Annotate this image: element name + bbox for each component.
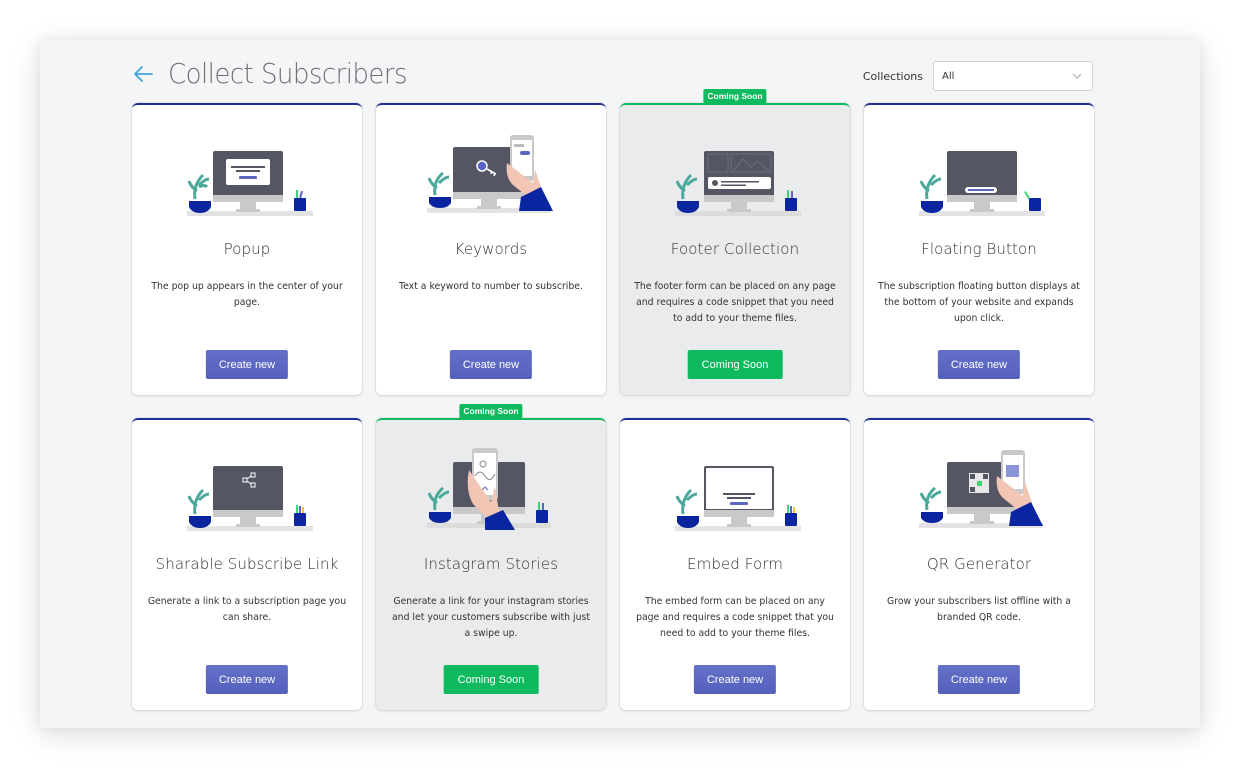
- card-sharable-subscribe-link: Sharable Subscribe Link Generate a link …: [132, 418, 362, 710]
- monitor-floating-button-illustration: [864, 125, 1094, 225]
- card-keywords: Keywords Text a keyword to number to sub…: [376, 103, 606, 395]
- arrow-left-icon: [134, 66, 153, 82]
- collections-filter: Collections All: [863, 61, 1093, 91]
- card-title: Floating Button: [921, 240, 1037, 258]
- card-instagram-stories: Coming Soon Instagram Stories Generate a…: [376, 404, 606, 710]
- create-new-button[interactable]: Create new: [449, 350, 533, 379]
- create-new-button[interactable]: Create new: [205, 350, 289, 379]
- collections-select[interactable]: All: [933, 61, 1093, 91]
- monitor-qr-phone-illustration: [864, 440, 1094, 540]
- card-title: Embed Form: [687, 555, 783, 573]
- card-description: The subscription floating button display…: [878, 281, 1080, 324]
- back-button[interactable]: [132, 64, 154, 84]
- coming-soon-ribbon: Coming Soon: [703, 89, 767, 103]
- card-description: Generate a link to a subscription page y…: [147, 596, 347, 623]
- card-title: Popup: [223, 240, 271, 258]
- create-new-button[interactable]: Create new: [205, 665, 289, 694]
- coming-soon-ribbon: Coming Soon: [459, 404, 523, 418]
- card-title: Keywords: [454, 240, 528, 258]
- card-qr-generator: QR Generator Grow your subscribers list …: [864, 418, 1094, 710]
- page-header: Collect Subscribers Collections All: [132, 56, 1093, 96]
- card-description: The pop up appears in the center of your…: [151, 281, 343, 308]
- collections-select-value: All: [942, 71, 955, 82]
- card-description: Generate a link for your instagram stori…: [391, 596, 590, 639]
- card-title: Footer Collection: [670, 240, 800, 258]
- coming-soon-button[interactable]: Coming Soon: [687, 350, 783, 379]
- card-title: Sharable Subscribe Link: [155, 555, 339, 573]
- card-popup: Popup The pop up appears in the center o…: [132, 103, 362, 395]
- create-new-button[interactable]: Create new: [937, 350, 1021, 379]
- create-new-button[interactable]: Create new: [693, 665, 777, 694]
- app-frame: Collect Subscribers Collections All Popu…: [40, 40, 1200, 728]
- monitor-share-illustration: [132, 440, 362, 540]
- monitor-popup-illustration: [132, 125, 362, 225]
- chevron-down-icon: [1072, 73, 1082, 79]
- page-title: Collect Subscribers: [168, 57, 408, 90]
- card-description: Text a keyword to number to subscribe.: [399, 281, 583, 292]
- card-title: Instagram Stories: [423, 555, 559, 573]
- monitor-embed-form-illustration: [620, 440, 850, 540]
- card-floating-button: Floating Button The subscription floatin…: [864, 103, 1094, 395]
- collections-label: Collections: [862, 69, 923, 83]
- phone-story-illustration: [376, 440, 606, 540]
- monitor-footer-illustration: [620, 125, 850, 225]
- card-description: The embed form can be placed on any page…: [636, 596, 834, 639]
- create-new-button[interactable]: Create new: [937, 665, 1021, 694]
- coming-soon-button[interactable]: Coming Soon: [443, 665, 539, 694]
- card-description: Grow your subscribers list offline with …: [887, 596, 1071, 623]
- qr-code-icon: [969, 473, 989, 493]
- card-title: QR Generator: [926, 555, 1032, 573]
- card-footer-collection: Coming Soon Footer Collection The footer…: [620, 89, 850, 395]
- card-embed-form: Embed Form The embed form can be placed …: [620, 418, 850, 710]
- card-description: The footer form can be placed on any pag…: [634, 281, 836, 324]
- monitor-key-phone-illustration: [376, 125, 606, 225]
